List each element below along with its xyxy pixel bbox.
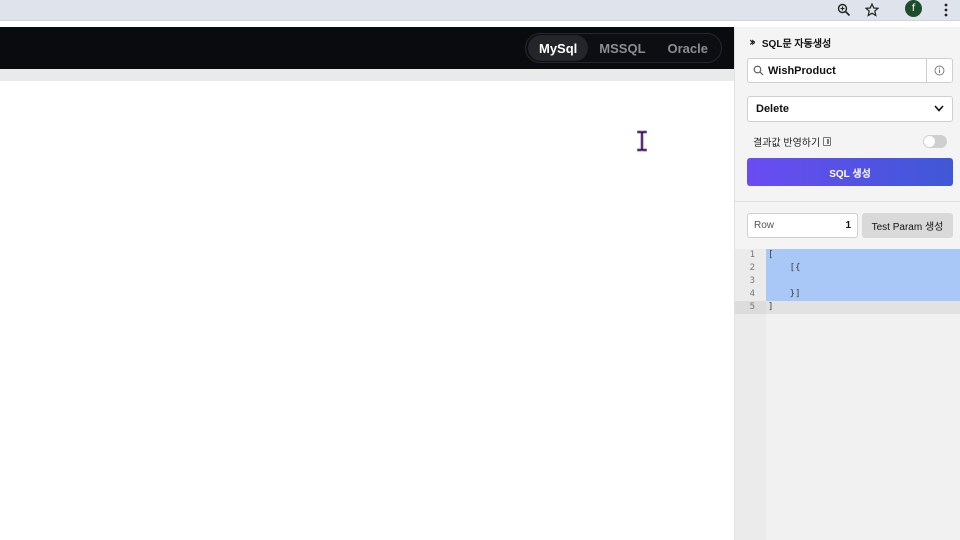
code-line: 4 }]	[735, 288, 960, 301]
code-line: 3	[735, 275, 960, 288]
tab-mssql[interactable]: MSSQL	[588, 35, 656, 61]
panel-icon	[823, 136, 832, 146]
line-number: 4	[749, 289, 755, 299]
code-text: ]	[768, 302, 774, 312]
tab-oracle[interactable]: Oracle	[657, 35, 719, 61]
line-number: 5	[749, 302, 755, 312]
query-type-value: Delete	[756, 103, 790, 115]
header-divider	[0, 69, 734, 81]
panel-header: ›› SQL문 자동생성	[749, 35, 832, 50]
row-label: Row	[754, 220, 775, 231]
code-text: }]	[768, 289, 801, 299]
info-icon[interactable]	[926, 59, 952, 82]
table-search	[747, 58, 953, 83]
line-number: 2	[749, 263, 755, 273]
code-line-current: 5 ]	[735, 301, 960, 314]
line-number: 1	[749, 250, 755, 260]
zoom-in-icon[interactable]	[834, 0, 854, 20]
browser-toolbar: f	[0, 0, 960, 21]
section-divider	[735, 201, 960, 202]
apply-result-label: 결과값 반영하기	[753, 134, 832, 149]
apply-result-text: 결과값 반영하기	[753, 137, 821, 149]
search-icon	[748, 59, 768, 82]
query-type-select[interactable]: Delete	[747, 96, 953, 122]
code-line: 2 [{	[735, 262, 960, 275]
kebab-menu-icon[interactable]	[936, 0, 956, 20]
apply-result-row: 결과값 반영하기	[753, 133, 947, 149]
chevron-down-icon	[934, 103, 944, 115]
row-value: 1	[845, 220, 851, 231]
double-chevron-right-icon[interactable]: ››	[749, 35, 756, 49]
test-param-button[interactable]: Test Param 생성	[862, 213, 953, 238]
row-count-field[interactable]: Row 1	[747, 213, 858, 238]
code-text: [{	[768, 263, 801, 273]
bookmark-star-icon[interactable]	[862, 0, 882, 20]
sql-generator-panel: ›› SQL문 자동생성 Delete 결과값 반영하기 SQL 생성 Row …	[734, 27, 960, 540]
table-name-input[interactable]	[768, 59, 926, 82]
code-editor[interactable]: 1 [ 2 [{ 3 4 }] 5 ]	[735, 249, 960, 540]
app-header: MySql MSSQL Oracle	[0, 27, 734, 69]
code-text: [	[768, 250, 774, 260]
main-canvas[interactable]	[0, 81, 734, 540]
line-number: 3	[749, 276, 755, 286]
database-selector: MySql MSSQL Oracle	[524, 33, 722, 63]
apply-result-toggle[interactable]	[923, 134, 947, 148]
text-cursor-icon	[636, 130, 648, 152]
generate-sql-button[interactable]: SQL 생성	[747, 158, 953, 186]
tab-mysql[interactable]: MySql	[527, 35, 589, 61]
code-line: 1 [	[735, 249, 960, 262]
panel-title: SQL문 자동생성	[761, 38, 832, 50]
profile-avatar[interactable]: f	[905, 0, 922, 17]
toggle-knob	[924, 135, 935, 147]
